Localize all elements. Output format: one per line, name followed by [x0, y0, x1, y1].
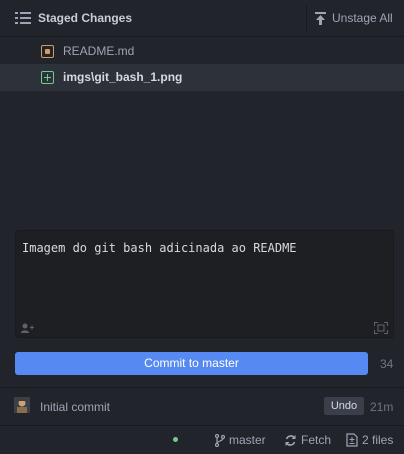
remaining-characters-count: 34 [380, 357, 394, 371]
diff-files-icon [346, 433, 358, 447]
status-indicator [173, 437, 178, 442]
avatar [14, 397, 30, 413]
undo-button[interactable]: Undo [324, 397, 364, 415]
unstage-all-label: Unstage All [332, 11, 393, 25]
staged-changes-header: Staged Changes Unstage All [0, 0, 404, 37]
header-divider [306, 5, 307, 32]
commit-message-editor[interactable]: Imagem do git bash adicinada ao README [15, 230, 394, 338]
sync-icon [285, 434, 296, 446]
git-branch-icon [215, 433, 225, 447]
commit-button[interactable]: Commit to master [15, 352, 368, 375]
fetch-label: Fetch [301, 433, 332, 447]
file-added-icon [41, 71, 54, 84]
commit-time: 21m [370, 400, 394, 414]
branch-button[interactable]: master [215, 433, 266, 447]
commit-message-text: Imagem do git bash adicinada ao README [22, 241, 297, 255]
git-panel: Staged Changes Unstage All README.md img… [0, 0, 404, 454]
recent-commit-message: Initial commit [40, 400, 111, 414]
list-unordered-icon [15, 12, 31, 24]
file-name: README.md [63, 44, 135, 58]
status-bar: master Fetch 2 files [0, 425, 404, 454]
expand-icon[interactable] [374, 322, 388, 334]
list-item[interactable]: README.md [0, 38, 404, 65]
recent-commit[interactable]: Initial commit Undo 21m [0, 388, 404, 425]
file-name: imgs\git_bash_1.png [63, 70, 183, 84]
list-item[interactable]: imgs\git_bash_1.png [0, 64, 404, 91]
unstage-all-button[interactable]: Unstage All [315, 11, 393, 25]
arrow-up-icon [315, 11, 326, 25]
changed-files-button[interactable]: 2 files [346, 433, 393, 447]
file-modified-icon [41, 45, 54, 58]
changed-files-count: 2 files [362, 433, 394, 447]
fetch-button[interactable]: Fetch [284, 433, 331, 447]
add-coauthor-icon[interactable] [20, 322, 34, 334]
section-title: Staged Changes [38, 11, 133, 25]
branch-name: master [229, 433, 266, 447]
